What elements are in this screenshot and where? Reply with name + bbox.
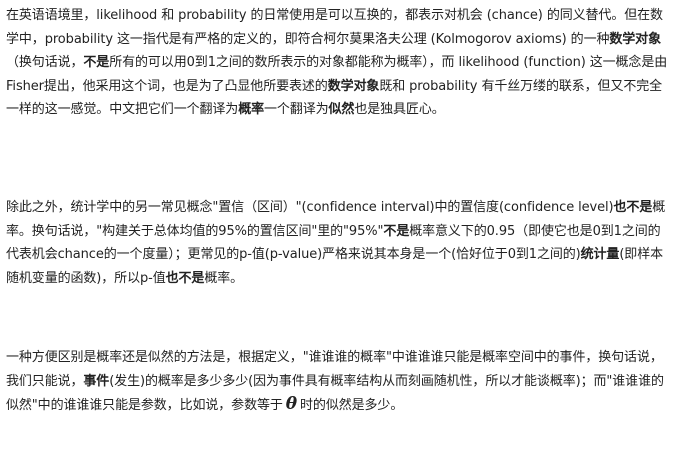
text-run: 一个翻译为 (264, 102, 329, 117)
bold-term: 统计量 (580, 247, 620, 262)
text-run: （换句话说， (6, 55, 84, 70)
bold-term: 不是 (383, 223, 410, 239)
text-run: 时的似然是多少。 (300, 398, 404, 413)
text-run: 也是独具匠心。 (354, 102, 445, 117)
bold-term: 也不是 (165, 270, 205, 286)
bold-term: 事件 (83, 373, 110, 389)
text-run: 在英语语境里，likelihood 和 probability 的日常使用是可以… (6, 8, 663, 47)
bold-term: 不是 (83, 55, 110, 70)
bold-term: 也不是 (613, 200, 653, 215)
bold-term: 数学对象 (327, 78, 380, 94)
text-run: 概率。 (204, 270, 244, 286)
paragraph-likelihood-vs-probability: 在英语语境里，likelihood 和 probability 的日常使用是可以… (6, 4, 670, 122)
text-run: 除此之外，统计学中的另一常见概念"置信（区间）"(confidence inte… (6, 200, 614, 215)
paragraph-confidence-interval: 除此之外，统计学中的另一常见概念"置信（区间）"(confidence inte… (6, 196, 670, 290)
bold-term: 似然 (328, 102, 355, 117)
theta-symbol: θ (285, 394, 298, 414)
bold-term: 数学对象 (609, 31, 661, 47)
paragraph-distinguishing-method: 一种方便区别是概率还是似然的方法是，根据定义，"谁谁谁的概率"中谁谁谁只能是概率… (6, 346, 670, 418)
bold-term: 概率 (238, 102, 265, 117)
